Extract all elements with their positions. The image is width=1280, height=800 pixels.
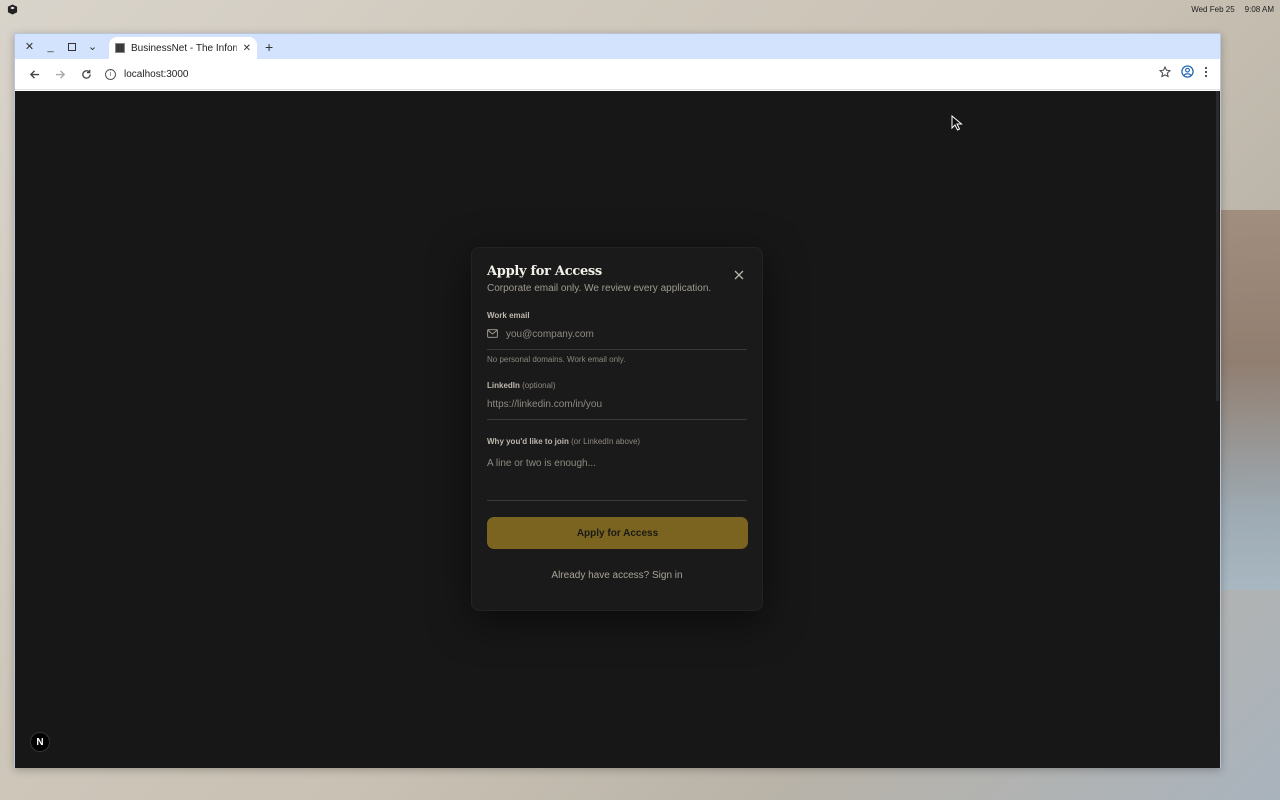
sign-in-link[interactable]: Already have access? Sign in [487,570,747,581]
profile-icon[interactable] [1181,65,1194,83]
mail-icon [487,328,498,341]
apply-button[interactable]: Apply for Access [487,517,748,549]
date-label: Wed Feb 25 [1191,4,1235,14]
tab-active[interactable]: BusinessNet - The Informa ✕ [109,37,257,59]
tab-strip: ✕ _ ⌄ BusinessNet - The Informa ✕ + [15,34,1220,59]
dialog-subtitle: Corporate email only. We review every ap… [487,283,712,294]
page-viewport: Apply for Access Corporate email only. W… [15,91,1220,768]
new-tab-icon[interactable]: + [265,39,273,55]
tab-search-chevron-icon[interactable]: ⌄ [82,36,103,58]
dialog-close-icon[interactable] [734,269,744,283]
browser-window: ✕ _ ⌄ BusinessNet - The Informa ✕ + i lo… [14,33,1221,768]
window-minimize-icon[interactable]: _ [40,36,61,58]
linkedin-label-text: LinkedIn [487,381,520,390]
forward-arrow-icon[interactable] [49,63,71,85]
bookmark-star-icon[interactable] [1158,65,1172,83]
scrollbar[interactable] [1216,91,1219,401]
browser-toolbar: i localhost:3000 [15,59,1220,90]
linkedin-optional-text: (optional) [522,381,556,390]
site-info-icon[interactable]: i [105,68,116,80]
linkedin-label: LinkedIn (optional) [487,381,747,390]
window-maximize-icon[interactable] [61,36,82,58]
mouse-cursor-icon [951,115,963,131]
nextjs-devtools-badge[interactable]: N [30,732,50,752]
back-arrow-icon[interactable] [23,63,45,85]
window-close-icon[interactable]: ✕ [19,36,40,58]
wallpaper-cliff [1218,210,1280,590]
address-bar[interactable]: i localhost:3000 [101,62,1155,86]
reason-qualifier-text: (or LinkedIn above) [571,437,641,446]
reason-textarea[interactable]: A line or two is enough... [487,446,747,501]
email-placeholder[interactable]: you@company.com [506,329,594,340]
tab-close-icon[interactable]: ✕ [243,43,251,54]
linkedin-placeholder[interactable]: https://linkedin.com/in/you [487,399,602,410]
favicon-icon [115,43,125,53]
kebab-menu-icon[interactable] [1204,65,1208,83]
clock-label: 9:08 AM [1244,4,1274,14]
reason-label-text: Why you'd like to join [487,437,569,446]
url-text[interactable]: localhost:3000 [124,69,189,80]
email-field[interactable]: you@company.com [487,320,747,350]
reason-placeholder[interactable]: A line or two is enough... [487,458,596,469]
email-label: Work email [487,311,530,320]
apply-access-dialog: Apply for Access Corporate email only. W… [471,247,763,611]
linkedin-field[interactable]: https://linkedin.com/in/you [487,390,747,420]
os-logo-icon[interactable] [6,3,18,15]
reload-icon[interactable] [75,63,97,85]
email-hint: No personal domains. Work email only. [487,355,626,364]
tab-title: BusinessNet - The Informa [131,42,237,54]
reason-label: Why you'd like to join (or LinkedIn abov… [487,437,747,446]
desktop-topbar: Wed Feb 25 9:08 AM [0,0,1280,18]
dialog-title: Apply for Access [487,264,602,279]
